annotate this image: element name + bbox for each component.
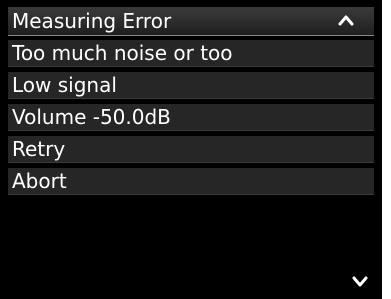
chevron-down-icon[interactable] (350, 271, 370, 291)
retry-label: Retry (12, 137, 66, 161)
menu-header: Measuring Error (8, 7, 374, 36)
list-item-label: Volume -50.0dB (12, 105, 171, 129)
list-item-label: Too much noise or too (12, 41, 233, 65)
list-item-message-noise: Too much noise or too (8, 40, 374, 67)
list-item-volume: Volume -50.0dB (8, 104, 374, 131)
chevron-up-icon[interactable] (336, 11, 356, 31)
list-item-message-low-signal: Low signal (8, 72, 374, 99)
list-item-label: Low signal (12, 73, 117, 97)
abort-button[interactable]: Abort (8, 168, 374, 195)
menu-list: Too much noise or too Low signal Volume … (8, 40, 374, 200)
device-screen: Measuring Error Too much noise or too Lo… (0, 0, 382, 299)
abort-label: Abort (12, 169, 67, 193)
retry-button[interactable]: Retry (8, 136, 374, 163)
page-title: Measuring Error (12, 9, 172, 33)
